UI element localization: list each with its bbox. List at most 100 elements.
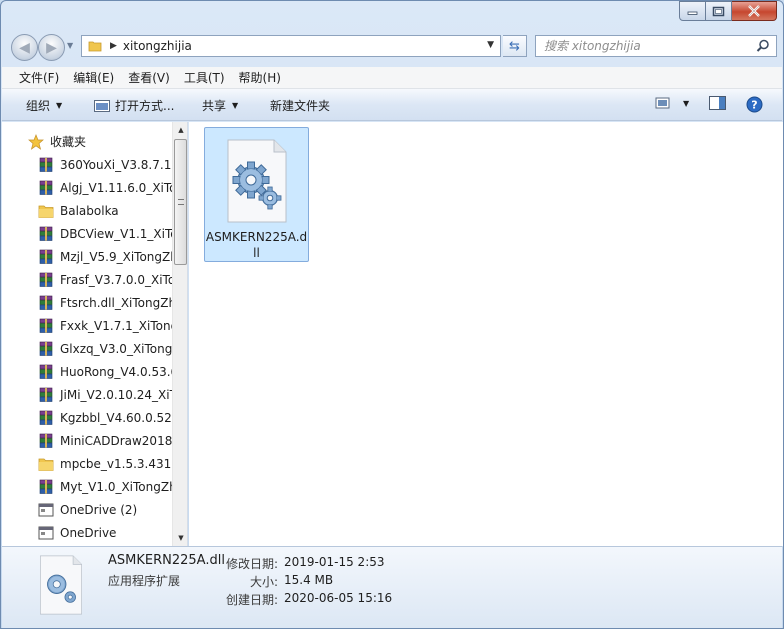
nav-item-label: Balabolka [60,203,119,218]
menu-file[interactable]: 文件(F) [12,69,66,86]
breadcrumb-separator-icon[interactable]: ▶ [110,41,117,51]
nav-item[interactable]: Mzjl_V5.9_XiTongZh [2,245,172,268]
modified-label: 修改日期: [225,557,278,571]
nav-item[interactable]: JiMi_V2.0.10.24_XiT [2,383,172,406]
preview-pane-icon [709,96,726,110]
close-window-button[interactable] [732,1,777,21]
nav-item[interactable]: Glxzq_V3.0_XiTongZ [2,337,172,360]
help-button[interactable]: ? [746,96,763,113]
menu-view[interactable]: 查看(V) [121,69,177,86]
winrar-archive-icon [39,479,53,494]
nav-item-label: 360YouXi_V3.8.7.10 [60,157,172,172]
winrar-archive-icon [39,226,53,241]
nav-item[interactable]: HuoRong_V4.0.53.6 [2,360,172,383]
nav-item-label: Myt_V1.0_XiTongZh [60,479,172,494]
chevron-down-icon[interactable]: ▼ [683,99,689,108]
nav-item[interactable]: Frasf_V3.7.0.0_XiTo [2,268,172,291]
share-button[interactable]: 共享 ▼ [202,97,238,114]
refresh-button[interactable]: ⇆ [503,35,527,57]
search-icon[interactable] [756,39,770,53]
search-box[interactable] [535,35,777,57]
nav-item-label: MiniCADDraw2018 [60,433,172,448]
nav-favorites[interactable]: 收藏夹 [2,130,172,153]
file-item[interactable]: ASMKERN225A.dll [204,127,309,262]
scroll-up-icon[interactable]: ▲ [173,122,187,138]
address-row: ◀ ▶ ▼ ▶ xitongzhijia ▼ ⇆ [9,31,777,63]
nav-item[interactable]: Kgzbbl_V4.60.0.520 [2,406,172,429]
new-folder-button[interactable]: 新建文件夹 [270,97,330,114]
scroll-down-icon[interactable]: ▼ [173,530,187,546]
nav-item[interactable]: Myt_V1.0_XiTongZh [2,475,172,498]
menu-help[interactable]: 帮助(H) [232,69,288,86]
open-with-button[interactable]: 打开方式... [94,97,174,114]
star-icon [28,134,44,150]
nav-tree: 收藏夹 360YouXi_V3.8.7.10 Algj_V1.11.6.0_XiT… [2,130,172,544]
search-input[interactable] [544,39,744,53]
command-bar: 组织 ▼ 打开方式... 共享 ▼ 新建文件夹 ▼ ? [2,89,782,121]
nav-item-label: JiMi_V2.0.10.24_XiT [60,387,172,402]
minimize-button[interactable] [679,1,706,21]
winrar-archive-icon [39,433,53,448]
refresh-icon: ⇆ [509,38,520,54]
file-list-pane: ASMKERN225A.dll [189,122,783,546]
breadcrumb-path[interactable]: xitongzhijia [123,39,192,53]
nav-item[interactable]: Balabolka [2,199,172,222]
created-label: 创建日期: [225,593,278,607]
nav-item[interactable]: DBCView_V1.1_XiTo [2,222,172,245]
details-size: 大小: 15.4 MB [198,573,333,590]
forward-arrow-icon: ▶ [46,39,57,56]
nav-item[interactable]: Fxxk_V1.7.1_XiTong [2,314,172,337]
nav-item-label: HuoRong_V4.0.53.6 [60,364,172,379]
nav-item[interactable]: OneDrive (2) [2,498,172,521]
nav-item[interactable]: mpcbe_v1.5.3.4312 [2,452,172,475]
nav-item-label: Glxzq_V3.0_XiTongZ [60,341,172,356]
address-bar[interactable]: ▶ xitongzhijia ▼ [81,35,501,57]
dll-gear-icon [227,139,287,223]
nav-item-label: Algj_V1.11.6.0_XiTo [60,180,172,195]
address-dropdown-icon[interactable]: ▼ [487,40,494,50]
svg-text:?: ? [751,99,757,112]
folder-icon [38,205,54,218]
menu-tools[interactable]: 工具(T) [177,69,232,86]
nav-scrollbar[interactable]: ▲ ▼ [172,122,187,546]
organize-button[interactable]: 组织 ▼ [26,97,62,114]
organize-label: 组织 [26,99,51,113]
chevron-down-icon: ▼ [232,101,239,110]
preview-pane-button[interactable] [709,96,727,111]
nav-item[interactable]: Algj_V1.11.6.0_XiTo [2,176,172,199]
nav-item[interactable]: 360YouXi_V3.8.7.10 [2,153,172,176]
grip-icon [178,199,184,205]
chevron-down-icon: ▼ [56,101,63,110]
minimize-icon [687,11,697,15]
file-name: ASMKERN225A.dll [205,230,308,260]
details-pane: ASMKERN225A.dll 应用程序扩展 修改日期: 2019-01-15 … [2,546,782,628]
window-icon [38,526,54,540]
winrar-archive-icon [39,157,53,172]
nav-items: 360YouXi_V3.8.7.10 Algj_V1.11.6.0_XiTo Bal… [2,153,172,544]
recent-pages-dropdown[interactable]: ▼ [67,41,73,50]
open-with-label: 打开方式... [115,99,175,113]
winrar-archive-icon [39,387,53,402]
window-icon [38,503,54,517]
caption-buttons [679,1,777,21]
folder-icon [88,41,102,52]
nav-item-label: OneDrive (2) [60,502,138,517]
nav-item-label: 收藏夹 [50,135,87,149]
forward-button[interactable]: ▶ [38,34,65,61]
maximize-icon [712,6,725,16]
navigation-pane: 收藏夹 360YouXi_V3.8.7.10 Algj_V1.11.6.0_XiT… [2,122,188,546]
nav-item-label: Ftsrch.dll_XiTongZh [60,295,172,310]
nav-item-label: DBCView_V1.1_XiTo [60,226,172,241]
folder-icon [38,458,54,471]
scroll-thumb[interactable] [174,139,187,265]
nav-item[interactable]: OneDrive [2,521,172,544]
back-button[interactable]: ◀ [11,34,38,61]
nav-item[interactable]: MiniCADDraw2018 [2,429,172,452]
maximize-button[interactable] [706,1,732,21]
change-view-button[interactable]: ▼ [655,96,689,110]
winrar-archive-icon [39,272,53,287]
menu-edit[interactable]: 编辑(E) [66,69,121,86]
nav-item-label: Mzjl_V5.9_XiTongZh [60,249,172,264]
modified-value: 2019-01-15 2:53 [284,555,385,569]
nav-item[interactable]: Ftsrch.dll_XiTongZh [2,291,172,314]
